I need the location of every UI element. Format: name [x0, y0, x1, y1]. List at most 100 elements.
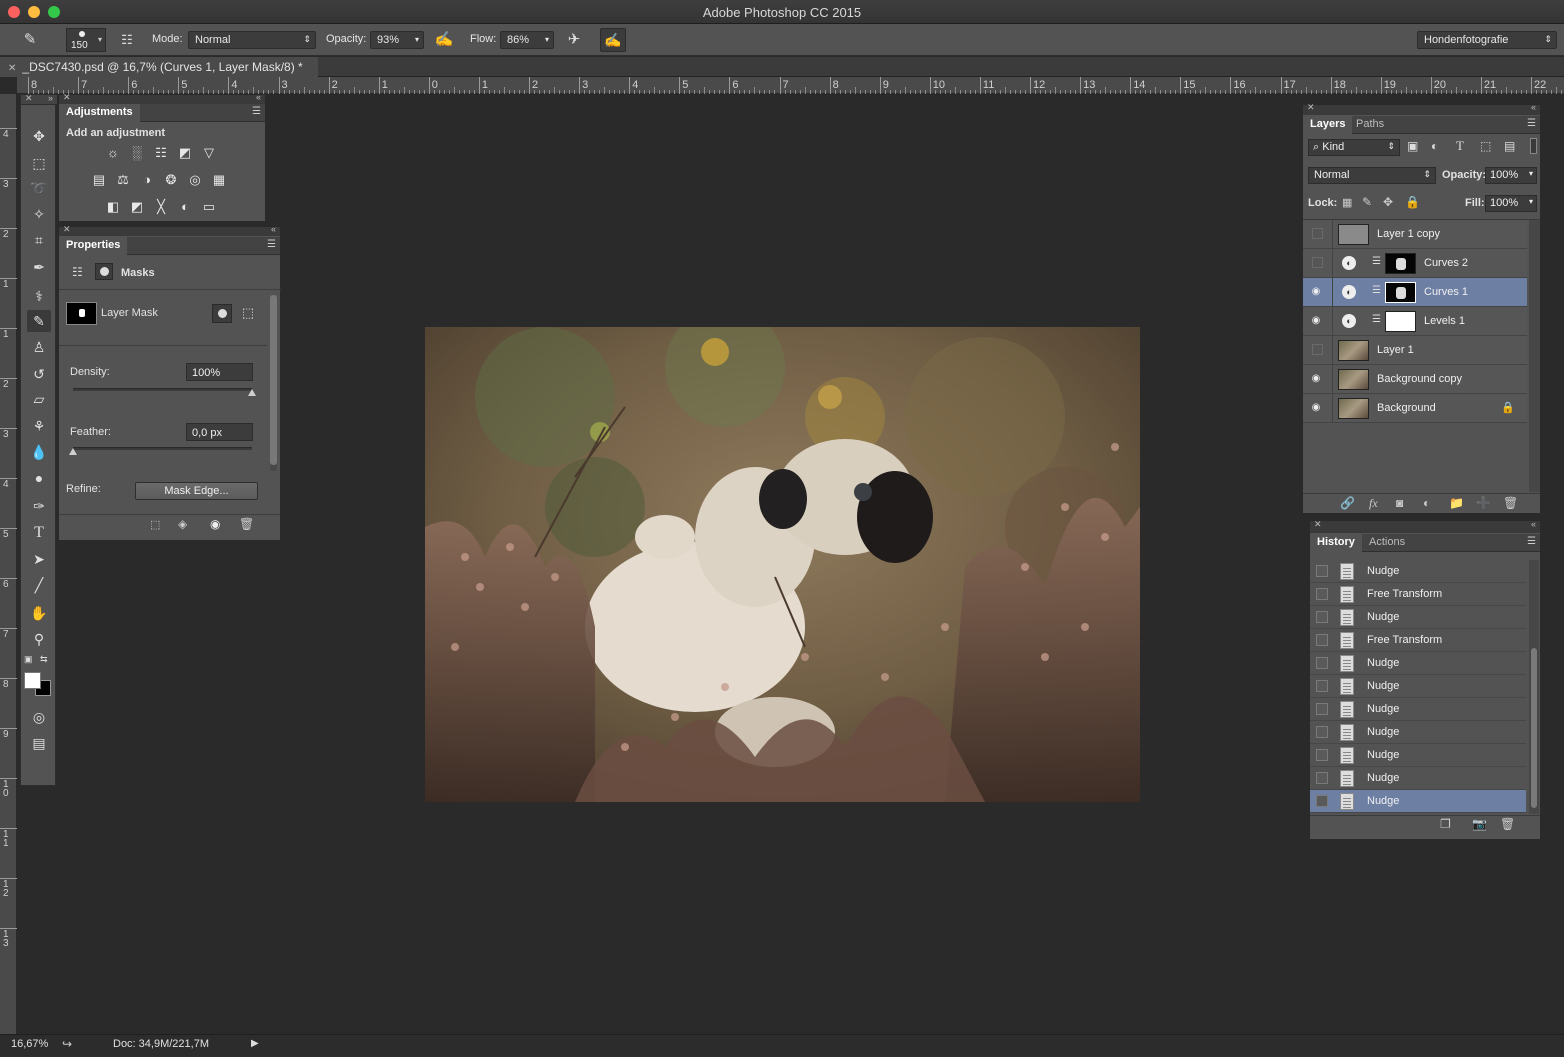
blend-mode-select[interactable]: Normal ⇕: [1308, 167, 1436, 184]
layer-row[interactable]: Layer 1: [1303, 336, 1527, 365]
layers-scrollbar[interactable]: [1529, 220, 1540, 492]
adjustment-properties-icon[interactable]: ☷: [72, 265, 88, 279]
history-brush-source-box[interactable]: [1316, 611, 1328, 623]
load-selection-icon[interactable]: ⬚: [150, 518, 160, 531]
filter-kind-select[interactable]: ⌕ Kind ⇕: [1308, 139, 1400, 156]
blur-tool-icon[interactable]: 💧: [27, 441, 51, 463]
delete-mask-icon[interactable]: 🗑: [239, 517, 254, 531]
mask-mode-icon[interactable]: [95, 263, 113, 280]
opacity-field[interactable]: 93% ▾: [370, 31, 424, 49]
feather-field[interactable]: 0,0 px: [186, 423, 253, 441]
history-item[interactable]: Nudge: [1310, 744, 1526, 767]
feather-slider-handle[interactable]: [69, 448, 77, 455]
airbrush-icon[interactable]: ✈: [564, 30, 584, 50]
expand-icon[interactable]: »: [48, 93, 53, 103]
panel-menu-icon[interactable]: ☰: [1527, 536, 1536, 547]
lasso-tool-icon[interactable]: ➰: [27, 177, 51, 199]
layer-row[interactable]: ◉ ◐ ☰ Levels 1: [1303, 307, 1527, 336]
layer-visibility-toggle[interactable]: ◉: [1303, 278, 1333, 306]
new-layer-icon[interactable]: ➕: [1476, 496, 1491, 510]
panel-menu-icon[interactable]: ☰: [252, 106, 261, 117]
document-canvas-image[interactable]: [425, 327, 1140, 802]
hand-tool-icon[interactable]: ✋: [27, 602, 51, 624]
properties-scrollbar[interactable]: [270, 295, 277, 471]
foreground-color-swatch[interactable]: [24, 672, 41, 689]
density-field[interactable]: 100%: [186, 363, 253, 381]
mode-select[interactable]: Normal ⇕: [188, 31, 316, 49]
default-colors-icon[interactable]: ▣: [24, 654, 33, 665]
add-vector-mask-icon[interactable]: ⬚: [239, 305, 257, 323]
history-brush-source-box[interactable]: [1316, 657, 1328, 669]
history-item[interactable]: Nudge: [1310, 560, 1526, 583]
color-lookup-icon[interactable]: ▦: [209, 170, 229, 190]
paint-bucket-tool-icon[interactable]: ⚘: [27, 415, 51, 437]
chain-link-icon[interactable]: ☰: [1372, 314, 1381, 325]
filter-toggle[interactable]: [1530, 138, 1537, 154]
filter-shape-icon[interactable]: ⬚: [1480, 139, 1491, 153]
filter-smart-object-icon[interactable]: ▤: [1504, 139, 1515, 153]
history-brush-source-box[interactable]: [1316, 795, 1328, 807]
mask-edge-button[interactable]: Mask Edge...: [135, 482, 258, 500]
history-brush-source-box[interactable]: [1316, 634, 1328, 646]
history-item[interactable]: Nudge: [1310, 698, 1526, 721]
history-item[interactable]: Free Transform: [1310, 629, 1526, 652]
history-item[interactable]: Nudge: [1310, 652, 1526, 675]
swap-colors-icon[interactable]: ⇆: [40, 654, 48, 665]
crop-tool-icon[interactable]: ⌗: [27, 229, 51, 251]
pressure-size-icon[interactable]: ✍: [600, 28, 626, 52]
density-slider-handle[interactable]: [248, 389, 256, 396]
type-tool-icon[interactable]: T: [27, 522, 51, 544]
tab-layers[interactable]: Layers: [1303, 116, 1353, 134]
channel-mixer-icon[interactable]: ◎: [185, 170, 205, 190]
delete-layer-icon[interactable]: 🗑: [1503, 496, 1518, 510]
history-brush-tool-icon[interactable]: ↺: [27, 363, 51, 385]
close-icon[interactable]: ✕: [63, 224, 71, 235]
layer-row[interactable]: ◉ ◐ ☰ Curves 1: [1303, 278, 1527, 307]
layer-visibility-toggle[interactable]: ◉: [1303, 365, 1333, 393]
clone-stamp-tool-icon[interactable]: ♙: [27, 336, 51, 358]
history-scrollbar[interactable]: [1529, 560, 1539, 814]
snapshot-camera-icon[interactable]: 📷: [1472, 817, 1487, 831]
close-icon[interactable]: ✕: [25, 93, 33, 104]
close-icon[interactable]: ✕: [63, 92, 71, 103]
history-brush-source-box[interactable]: [1316, 680, 1328, 692]
lock-position-icon[interactable]: ✥: [1383, 195, 1393, 209]
feather-slider[interactable]: [73, 447, 252, 450]
move-tool-icon[interactable]: ✥: [27, 125, 51, 147]
layer-visibility-toggle[interactable]: [1303, 220, 1333, 248]
photo-filter-icon[interactable]: ❂: [161, 170, 181, 190]
marquee-tool-icon[interactable]: ⬚: [27, 152, 51, 174]
lock-transparent-icon[interactable]: ▦: [1342, 196, 1352, 209]
select-pixel-mask-icon[interactable]: [212, 304, 232, 323]
filter-adjustment-icon[interactable]: ◐: [1431, 139, 1438, 153]
panel-menu-icon[interactable]: ☰: [1527, 118, 1536, 129]
invert-icon[interactable]: ◧: [103, 197, 123, 217]
layer-row[interactable]: Layer 1 copy: [1303, 220, 1527, 249]
vertical-ruler[interactable]: 4 3 2 1 1 2 3 4 5 6 7 8 9 1 0 1 1 1 2 1 3: [0, 94, 17, 1034]
layer-style-fx-icon[interactable]: fx: [1369, 496, 1378, 511]
pressure-opacity-icon[interactable]: ✍: [434, 30, 454, 50]
zoom-tool-icon[interactable]: ⚲: [27, 628, 51, 650]
layer-mask-thumbnail[interactable]: [1385, 311, 1416, 332]
black-white-icon[interactable]: ◑: [137, 170, 157, 190]
history-item[interactable]: Nudge: [1310, 767, 1526, 790]
history-brush-source-box[interactable]: [1316, 703, 1328, 715]
quick-mask-icon[interactable]: ◎: [27, 706, 51, 728]
brush-panel-toggle-icon[interactable]: ☷: [117, 30, 137, 50]
history-item[interactable]: Nudge: [1310, 790, 1526, 813]
tab-paths[interactable]: Paths: [1349, 116, 1391, 134]
levels-icon[interactable]: ░: [127, 143, 147, 163]
close-tab-icon[interactable]: ✕: [8, 63, 16, 74]
history-brush-source-box[interactable]: [1316, 588, 1328, 600]
lock-image-icon[interactable]: ✎: [1362, 195, 1372, 209]
screen-mode-icon[interactable]: ▤: [27, 732, 51, 754]
lock-all-icon[interactable]: 🔒: [1405, 195, 1420, 209]
layer-visibility-toggle[interactable]: [1303, 336, 1333, 364]
tab-history[interactable]: History: [1310, 534, 1362, 552]
layer-mask-thumbnail[interactable]: [1385, 253, 1416, 274]
history-brush-source-box[interactable]: [1316, 772, 1328, 784]
tab-properties[interactable]: Properties: [59, 237, 128, 255]
layer-opacity-field[interactable]: 100% ▾: [1485, 167, 1537, 184]
collapse-icon[interactable]: «: [271, 224, 276, 234]
delete-state-icon[interactable]: 🗑: [1500, 817, 1515, 831]
